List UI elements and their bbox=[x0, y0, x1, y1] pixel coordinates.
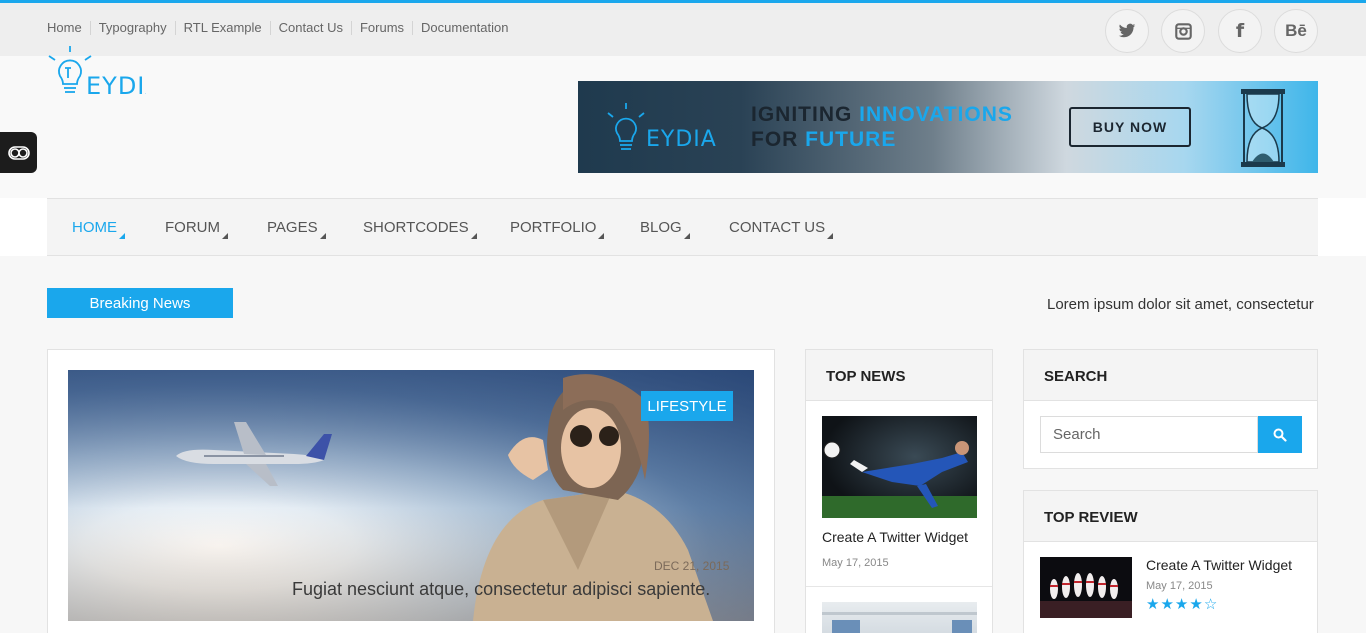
article-title[interactable]: Fugiat nesciunt atque, consectetur adipi… bbox=[292, 579, 710, 600]
logo-text: EYDIA bbox=[86, 72, 146, 100]
dropdown-arrow-icon bbox=[222, 233, 228, 239]
dropdown-arrow-icon bbox=[683, 233, 690, 239]
dropdown-arrow-icon bbox=[470, 233, 477, 239]
news-ticker[interactable]: Lorem ipsum dolor sit amet, consectetur … bbox=[1047, 296, 1318, 313]
news-thumbnail[interactable] bbox=[822, 416, 977, 518]
breaking-news-label: Breaking News bbox=[47, 288, 233, 318]
featured-image[interactable]: LIFESTYLE DEC 21, 2015 Fugiat nesciunt a… bbox=[68, 370, 754, 621]
top-link-contact-us[interactable]: Contact Us bbox=[271, 21, 352, 35]
banner-headline-2: FOR FUTURE bbox=[751, 128, 896, 152]
star-filled-icon: ★ bbox=[1146, 596, 1161, 613]
nav-item-pages[interactable]: PAGES bbox=[267, 219, 326, 239]
top-link-rtl-example[interactable]: RTL Example bbox=[176, 21, 271, 35]
widget-title: SEARCH bbox=[1024, 350, 1317, 401]
banner-headline-1a: IGNITING bbox=[751, 103, 860, 126]
top-link-home[interactable]: Home bbox=[47, 21, 91, 35]
main-nav-wrapper: HOME FORUM PAGES SHORTCODES PORTFOLIO BL… bbox=[0, 198, 1366, 256]
review-title-link[interactable]: Create A Twitter Widget bbox=[1146, 557, 1292, 573]
dropdown-arrow-icon bbox=[319, 233, 326, 239]
main-nav: HOME FORUM PAGES SHORTCODES PORTFOLIO BL… bbox=[47, 198, 1318, 256]
nav-item-shortcodes[interactable]: SHORTCODES bbox=[363, 219, 477, 239]
review-date: May 17, 2015 bbox=[1146, 580, 1213, 592]
airplane-image bbox=[176, 422, 332, 486]
widget-title: TOP REVIEW bbox=[1024, 491, 1317, 542]
search-button[interactable] bbox=[1258, 416, 1302, 453]
search-input[interactable]: Search bbox=[1040, 416, 1258, 453]
category-tag[interactable]: LIFESTYLE bbox=[641, 391, 733, 421]
hourglass-icon bbox=[1238, 87, 1288, 169]
featured-article-card: LIFESTYLE DEC 21, 2015 Fugiat nesciunt a… bbox=[47, 349, 775, 633]
top-link-documentation[interactable]: Documentation bbox=[413, 21, 516, 35]
buy-now-button[interactable]: BUY NOW bbox=[1069, 107, 1191, 147]
instagram-icon[interactable] bbox=[1161, 9, 1205, 53]
top-news-widget: TOP NEWS Create A Twitter Widget May 17,… bbox=[805, 349, 993, 633]
nav-item-forum[interactable]: FORUM bbox=[165, 219, 228, 239]
banner-logo-icon bbox=[606, 103, 646, 164]
nav-item-portfolio[interactable]: PORTFOLIO bbox=[510, 219, 605, 239]
widget-title: TOP NEWS bbox=[806, 350, 992, 401]
nav-label: BLOG bbox=[640, 219, 682, 236]
facebook-icon[interactable]: f bbox=[1218, 9, 1262, 53]
room-image bbox=[822, 612, 977, 633]
top-review-widget: TOP REVIEW Create A Twitter Widget May 1… bbox=[1023, 490, 1318, 633]
nav-label: PORTFOLIO bbox=[510, 219, 597, 236]
site-logo[interactable]: EYDIA bbox=[46, 44, 162, 104]
toggle-icon bbox=[7, 145, 30, 160]
nav-label: CONTACT US bbox=[729, 219, 826, 236]
nav-item-blog[interactable]: BLOG bbox=[640, 219, 690, 239]
top-links: Home Typography RTL Example Contact Us F… bbox=[47, 21, 517, 35]
banner-headline-2b: FUTURE bbox=[805, 128, 897, 151]
theme-toggle-button[interactable] bbox=[0, 132, 37, 173]
star-empty-icon: ☆ bbox=[1203, 596, 1219, 613]
search-icon bbox=[1273, 428, 1287, 442]
star-filled-icon: ★ bbox=[1174, 596, 1190, 613]
nav-label: SHORTCODES bbox=[363, 219, 469, 236]
news-date: May 17, 2015 bbox=[822, 557, 889, 569]
ad-banner[interactable]: EYDIA IGNITING INNOVATIONS FOR FUTURE BU… bbox=[578, 81, 1318, 173]
banner-headline-1b: INNOVATIONS bbox=[859, 103, 1013, 126]
twitter-icon[interactable] bbox=[1105, 9, 1149, 53]
nav-label: HOME bbox=[72, 219, 117, 236]
top-link-typography[interactable]: Typography bbox=[91, 21, 176, 35]
top-bar: Home Typography RTL Example Contact Us F… bbox=[0, 0, 1366, 56]
banner-logo-text: EYDIA bbox=[646, 127, 717, 152]
review-thumbnail[interactable] bbox=[1040, 557, 1132, 618]
bowling-pins-image bbox=[1040, 573, 1132, 618]
facebook-glyph: f bbox=[1235, 20, 1245, 42]
dropdown-arrow-icon bbox=[119, 233, 125, 239]
top-link-forums[interactable]: Forums bbox=[352, 21, 414, 35]
star-filled-icon: ★ bbox=[1189, 596, 1204, 613]
star-filled-icon: ★ bbox=[1160, 596, 1175, 613]
banner-headline-2a: FOR bbox=[751, 128, 806, 151]
news-thumbnail[interactable] bbox=[822, 602, 977, 633]
nav-label: PAGES bbox=[267, 219, 318, 236]
dropdown-arrow-icon bbox=[598, 233, 605, 239]
behance-icon[interactable]: Bē bbox=[1274, 9, 1318, 53]
rating-stars: ★★★★☆ bbox=[1146, 595, 1218, 613]
nav-item-home[interactable]: HOME bbox=[72, 219, 125, 239]
nav-item-contact-us[interactable]: CONTACT US bbox=[729, 219, 834, 239]
divider bbox=[806, 586, 992, 587]
soccer-player-image bbox=[822, 441, 977, 518]
behance-glyph: Bē bbox=[1285, 21, 1307, 40]
dropdown-arrow-icon bbox=[827, 233, 834, 239]
banner-headline-1: IGNITING INNOVATIONS bbox=[751, 103, 1013, 127]
news-title-link[interactable]: Create A Twitter Widget bbox=[822, 529, 968, 545]
article-date: DEC 21, 2015 bbox=[654, 559, 730, 573]
search-widget: SEARCH Search bbox=[1023, 349, 1318, 469]
nav-label: FORUM bbox=[165, 219, 220, 236]
